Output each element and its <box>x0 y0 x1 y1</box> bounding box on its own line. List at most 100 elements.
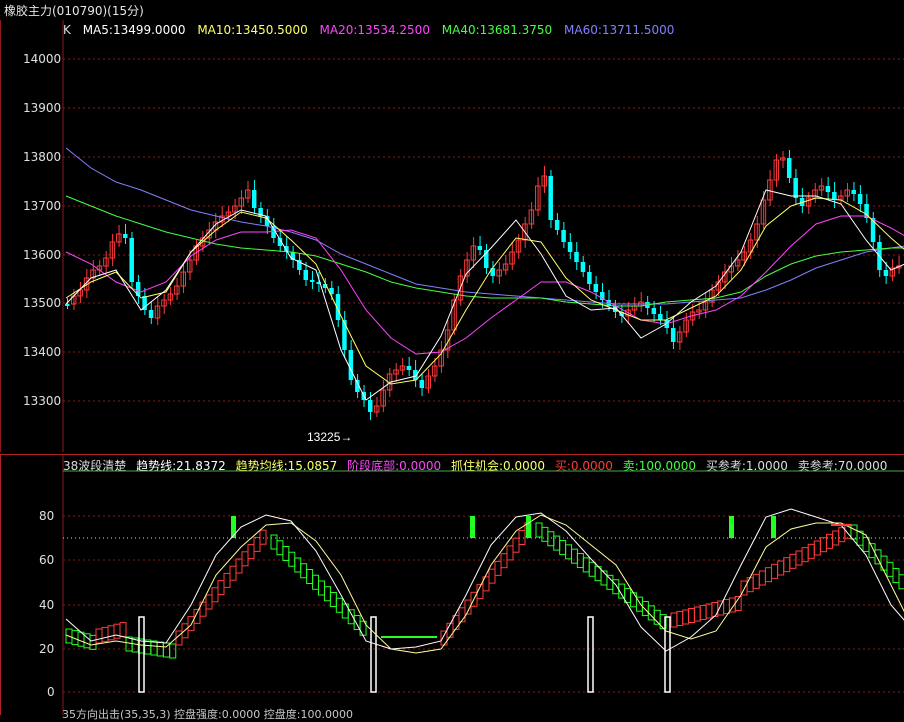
trend-avg-line <box>65 514 904 654</box>
indicator-box <box>880 555 888 571</box>
low-price-marker: 13225→ <box>307 430 352 444</box>
candle-body <box>561 230 566 242</box>
indicator-box <box>670 612 678 628</box>
indicator-box <box>119 622 127 638</box>
y-label-14000: 14000 <box>23 52 62 66</box>
indicator-box <box>565 544 573 560</box>
ma5-line <box>65 189 904 401</box>
indicator-box <box>518 529 526 545</box>
indicator-box <box>300 563 308 579</box>
y-label-13600: 13600 <box>23 248 62 262</box>
indicator-box <box>89 634 97 650</box>
y-label-13400: 13400 <box>23 345 62 359</box>
candle-body <box>658 314 663 320</box>
candle-body <box>857 194 863 204</box>
indicator-box <box>898 574 904 590</box>
indicator-box <box>187 616 195 632</box>
indicator-box <box>641 601 649 617</box>
indicator-box <box>500 553 508 569</box>
candle-body <box>123 234 128 238</box>
indicator-box <box>506 545 514 561</box>
top-markers <box>231 516 776 538</box>
candle-body <box>303 270 309 280</box>
indicator-box <box>535 522 543 538</box>
indicator-box <box>107 625 115 641</box>
next-indicator-legend: 35方向出击(35,35,3) 控盘强度:0.0000 控盘度:100.0000 <box>62 708 353 721</box>
candle-body <box>367 400 373 412</box>
candle-body <box>786 158 792 178</box>
candle-body <box>348 350 354 380</box>
candlestick-chart: 13225→ <box>62 20 904 452</box>
ind-label-60: 60 <box>39 553 55 567</box>
y-label-13300: 13300 <box>23 394 62 408</box>
indicator-box <box>570 548 578 564</box>
indicator-box <box>612 579 620 595</box>
indicator-box <box>576 553 584 569</box>
candle-body <box>342 320 347 350</box>
indicator-box <box>241 551 249 567</box>
indicator-box <box>229 565 237 581</box>
indicator-box <box>717 600 725 616</box>
indicator-box <box>259 529 267 545</box>
candle-body <box>309 280 315 282</box>
indicator-box <box>306 569 314 584</box>
y-label-13800: 13800 <box>23 150 62 164</box>
indicator-box <box>826 533 834 549</box>
indicator-box <box>723 599 730 614</box>
indicator-box <box>318 580 325 596</box>
candle-body <box>851 190 856 194</box>
indicator-panel[interactable]: 38波段清楚 趋势线:21.8372 趋势均线:15.0857 阶段底部:0.0… <box>0 454 904 715</box>
candle-body <box>406 366 412 370</box>
candle-body <box>148 310 154 318</box>
candle-body <box>651 308 657 314</box>
candle-body <box>587 272 592 284</box>
indicator-box <box>253 536 261 552</box>
candle-body <box>670 328 676 342</box>
ind-label-20: 20 <box>39 642 55 656</box>
candle-body <box>477 246 483 250</box>
indicator-box <box>699 605 707 620</box>
indicator-box <box>169 643 177 659</box>
indicator-box <box>276 540 284 556</box>
indicator-box <box>494 560 502 576</box>
indicator-box <box>247 544 255 560</box>
y-label-13900: 13900 <box>23 101 62 115</box>
candle-body <box>548 176 553 220</box>
candle-body <box>554 220 560 230</box>
indicator-box <box>795 550 803 566</box>
indicator-box <box>312 574 320 590</box>
y-label-13500: 13500 <box>23 296 62 310</box>
indicator-box <box>819 537 827 553</box>
indicator-box <box>541 526 549 542</box>
candle-body <box>251 190 257 208</box>
indicator-box <box>705 603 713 619</box>
ma10-line <box>65 197 904 385</box>
indicator-box <box>217 580 225 596</box>
indicator-box <box>282 546 290 561</box>
indicator-box <box>512 537 520 553</box>
indicator-box <box>789 553 797 569</box>
ind-label-40: 40 <box>39 598 55 612</box>
trend-line <box>65 508 904 652</box>
indicator-box <box>771 563 779 579</box>
indicator-box <box>211 587 219 603</box>
indicator-box <box>813 540 821 556</box>
indicator-box <box>682 609 690 625</box>
indicator-box <box>323 586 331 602</box>
indicator-box <box>547 531 555 547</box>
indicator-box <box>150 640 158 656</box>
indicator-box <box>688 608 695 623</box>
candle-body <box>793 178 798 198</box>
candlestick-panel[interactable]: K MA5:13499.0000 MA10:13450.5000 MA20:13… <box>0 20 904 452</box>
candle-body <box>65 304 70 306</box>
indicator-box <box>764 567 772 583</box>
indicator-box <box>329 592 337 607</box>
candle-body <box>593 284 599 292</box>
candle-body <box>883 270 889 276</box>
indicator-box <box>807 543 815 559</box>
indicator-box <box>777 560 785 576</box>
candle-body <box>580 262 586 272</box>
bottom-markers <box>138 616 671 693</box>
candle-body <box>567 242 573 252</box>
indicator-box <box>874 549 882 565</box>
